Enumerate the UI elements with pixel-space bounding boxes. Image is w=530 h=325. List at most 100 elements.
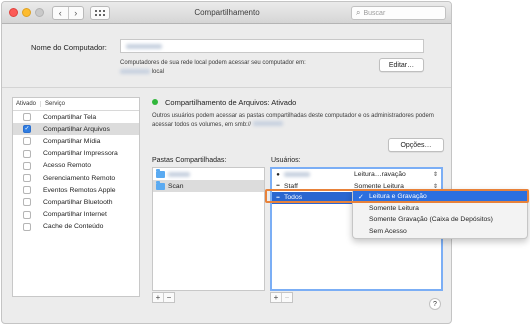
service-checkbox[interactable] (23, 137, 31, 146)
service-row[interactable]: Compartilhar Internet (13, 209, 139, 221)
folder-icon (156, 169, 165, 178)
menu-item[interactable]: ✓ Leitura e Gravação (353, 191, 527, 203)
menu-item[interactable]: Somente Leitura (353, 203, 527, 215)
everyone-icon: •• (276, 194, 280, 201)
service-checkbox[interactable] (23, 186, 31, 195)
service-checkbox-cell (13, 149, 41, 158)
folder-row[interactable] (153, 168, 264, 180)
service-label: Acesso Remoto (43, 162, 91, 170)
user-row[interactable]: ● Leitura…ravação ⇕ (272, 169, 441, 181)
user-icon: ● (276, 171, 280, 178)
service-row[interactable]: Compartilhar Impressora (13, 148, 139, 160)
sharing-status: Compartilhamento de Arquivos: Ativado (165, 98, 297, 107)
service-row[interactable]: Compartilhar Tela (13, 111, 139, 123)
preferences-window: ‹ › Compartilhamento ⌕ Nome do Computado… (1, 1, 452, 324)
service-checkbox[interactable] (23, 174, 31, 183)
service-row[interactable]: Compartilhar Bluetooth (13, 196, 139, 208)
help-button[interactable]: ? (429, 298, 441, 310)
service-checkbox[interactable] (23, 198, 31, 207)
service-row[interactable]: Cache de Conteúdo (13, 221, 139, 233)
service-label: Compartilhar Internet (43, 211, 107, 219)
computer-name-field[interactable] (120, 39, 424, 53)
service-row[interactable]: Gerenciamento Remoto (13, 172, 139, 184)
service-label: Eventos Remotos Apple (43, 186, 116, 194)
sharing-description: Outros usuários podem acessar as pastas … (152, 112, 442, 129)
remove-folder-button[interactable]: − (164, 293, 174, 302)
service-checkbox-cell (13, 186, 41, 195)
service-label: Gerenciamento Remoto (43, 174, 116, 182)
col-enabled: Ativado (13, 101, 41, 107)
add-folder-button[interactable]: + (153, 293, 164, 302)
window-title: Compartilhamento (194, 8, 260, 17)
folder-name: Scan (168, 182, 184, 190)
title-bar: ‹ › Compartilhamento ⌕ (2, 2, 451, 24)
redacted-folder-name (168, 171, 190, 177)
service-label: Compartilhar Tela (43, 113, 97, 121)
service-checkbox-cell (13, 198, 41, 207)
service-label: Compartilhar Bluetooth (43, 198, 113, 206)
services-header: Ativado Serviço (13, 98, 139, 111)
menu-item-label: Somente Leitura (369, 204, 419, 212)
service-row[interactable]: ✓ Compartilhar Arquivos (13, 123, 139, 136)
grid-icon (95, 9, 105, 16)
status-indicator-icon (152, 99, 158, 105)
user-name: Staff (284, 182, 298, 190)
shared-folders-label: Pastas Compartilhadas: (152, 157, 227, 164)
search-field[interactable]: ⌕ (351, 6, 446, 20)
service-label: Compartilhar Impressora (43, 150, 118, 158)
folder-row[interactable]: Scan (153, 180, 264, 192)
shared-folders-list: Scan (152, 167, 265, 291)
edit-button[interactable]: Editar… (379, 58, 424, 72)
show-all-button[interactable] (90, 6, 110, 20)
zoom-button[interactable] (35, 8, 44, 17)
service-checkbox-cell (13, 222, 41, 231)
computer-name-description-text: Computadores de sua rede local podem ace… (120, 60, 306, 66)
service-checkbox[interactable]: ✓ (23, 125, 31, 134)
remove-user-button[interactable]: − (282, 293, 292, 302)
computer-name-label: Nome do Computador: (31, 43, 107, 52)
service-row[interactable]: Compartilhar Mídia (13, 135, 139, 147)
close-button[interactable] (9, 8, 18, 17)
back-button[interactable]: ‹ (53, 7, 69, 19)
service-label: Compartilhar Mídia (43, 137, 101, 145)
group-icon: •• (276, 183, 280, 190)
permission-menu: ✓ Leitura e Gravação Somente Leitura Soment… (352, 189, 528, 239)
service-checkbox[interactable] (23, 161, 31, 170)
redacted-user-name (284, 171, 310, 177)
redacted-computer-name (126, 44, 162, 49)
service-label: Compartilhar Arquivos (43, 125, 110, 133)
service-checkbox[interactable] (23, 222, 31, 231)
service-checkbox[interactable] (23, 113, 31, 122)
search-icon: ⌕ (356, 8, 361, 17)
service-checkbox-cell (13, 174, 41, 183)
redacted-hostname (120, 68, 150, 74)
service-checkbox-cell (13, 161, 41, 170)
col-service: Serviço (45, 101, 66, 107)
menu-item-label: Sem Acesso (369, 227, 407, 235)
service-checkbox[interactable] (23, 210, 31, 219)
folder-add-remove: + − (152, 292, 175, 303)
service-checkbox-cell (13, 137, 41, 146)
search-input[interactable] (363, 9, 439, 17)
users-label: Usuários: (271, 157, 301, 164)
service-row[interactable]: Eventos Remotos Apple (13, 184, 139, 196)
navigation-buttons: ‹ › (52, 6, 84, 20)
service-row[interactable]: Acesso Remoto (13, 160, 139, 172)
add-user-button[interactable]: + (271, 293, 282, 302)
sharing-description-text: Outros usuários podem acessar as pastas … (152, 113, 434, 128)
hostname-suffix: local (151, 69, 165, 75)
updown-chevron-icon: ⇕ (432, 172, 438, 179)
forward-button[interactable]: › (69, 7, 84, 19)
menu-item[interactable]: Sem Acesso (353, 226, 527, 238)
service-checkbox-cell (13, 113, 41, 122)
minimize-button[interactable] (22, 8, 31, 17)
service-checkbox[interactable] (23, 149, 31, 158)
checkmark-icon: ✓ (358, 193, 364, 201)
service-label: Cache de Conteúdo (43, 223, 104, 231)
menu-item-label: Leitura e Gravação (369, 193, 427, 201)
menu-item[interactable]: Somente Gravação (Caixa de Depósitos) (353, 214, 527, 226)
divider (2, 87, 451, 88)
options-button[interactable]: Opções… (388, 138, 444, 152)
permission-popup[interactable]: Leitura…ravação ⇕ (354, 171, 440, 178)
service-checkbox-cell (13, 210, 41, 219)
